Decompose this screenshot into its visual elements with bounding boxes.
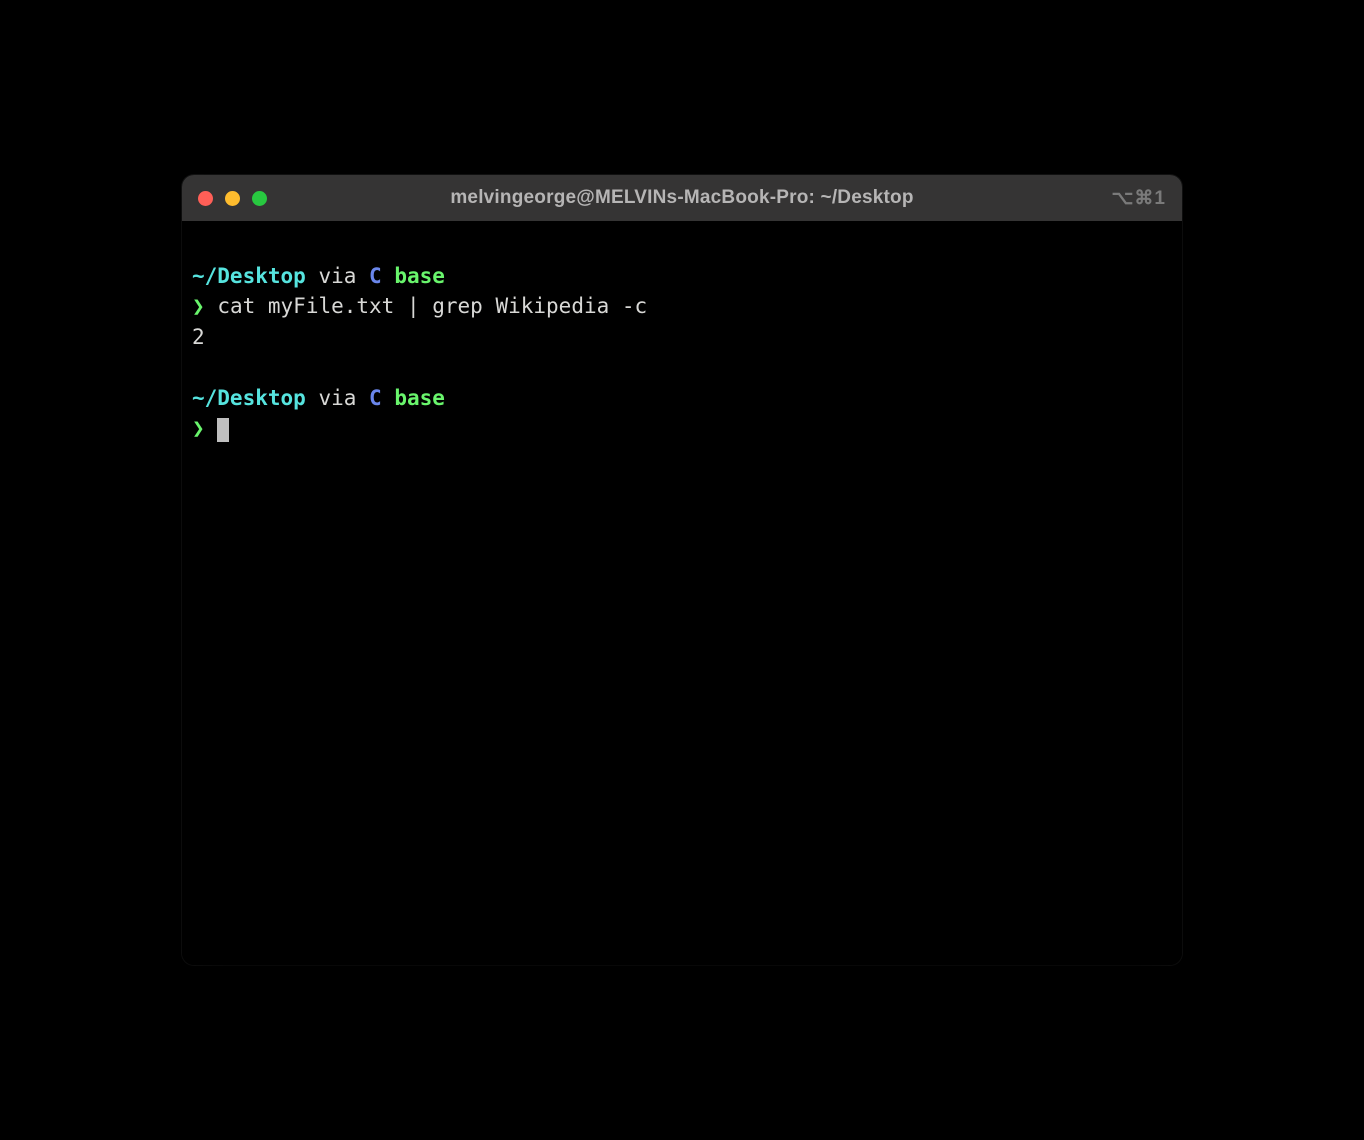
- command-line: ❯ cat myFile.txt | grep Wikipedia -c: [192, 291, 1172, 321]
- prompt-env: base: [394, 264, 445, 288]
- prompt-via: via: [318, 386, 356, 410]
- title-bar: melvingeorge@MELVINs-MacBook-Pro: ~/Desk…: [182, 175, 1182, 221]
- prompt-path: ~/Desktop: [192, 264, 306, 288]
- prompt-path: ~/Desktop: [192, 386, 306, 410]
- prompt-env: base: [394, 386, 445, 410]
- close-icon[interactable]: [198, 191, 213, 206]
- window-title: melvingeorge@MELVINs-MacBook-Pro: ~/Desk…: [450, 187, 913, 209]
- traffic-lights: [198, 191, 267, 206]
- prompt-arrow-icon: ❯: [192, 294, 205, 318]
- prompt-arrow-icon: ❯: [192, 416, 205, 440]
- terminal-body[interactable]: ~/Desktop via C base ❯ cat myFile.txt | …: [182, 221, 1182, 965]
- prompt-via: via: [318, 264, 356, 288]
- cursor-icon: [217, 418, 229, 442]
- terminal-window: melvingeorge@MELVINs-MacBook-Pro: ~/Desk…: [182, 175, 1182, 965]
- minimize-icon[interactable]: [225, 191, 240, 206]
- prompt-lang: C: [369, 264, 382, 288]
- maximize-icon[interactable]: [252, 191, 267, 206]
- prompt-context-line: ~/Desktop via C base: [192, 261, 1172, 291]
- command-text: cat myFile.txt | grep Wikipedia -c: [217, 294, 647, 318]
- prompt-lang: C: [369, 386, 382, 410]
- blank-line: [192, 352, 1172, 382]
- active-prompt-line[interactable]: ❯: [192, 413, 1172, 443]
- command-output: 2: [192, 322, 1172, 352]
- window-shortcut-hint: ⌥⌘1: [1112, 187, 1166, 210]
- prompt-context-line: ~/Desktop via C base: [192, 383, 1172, 413]
